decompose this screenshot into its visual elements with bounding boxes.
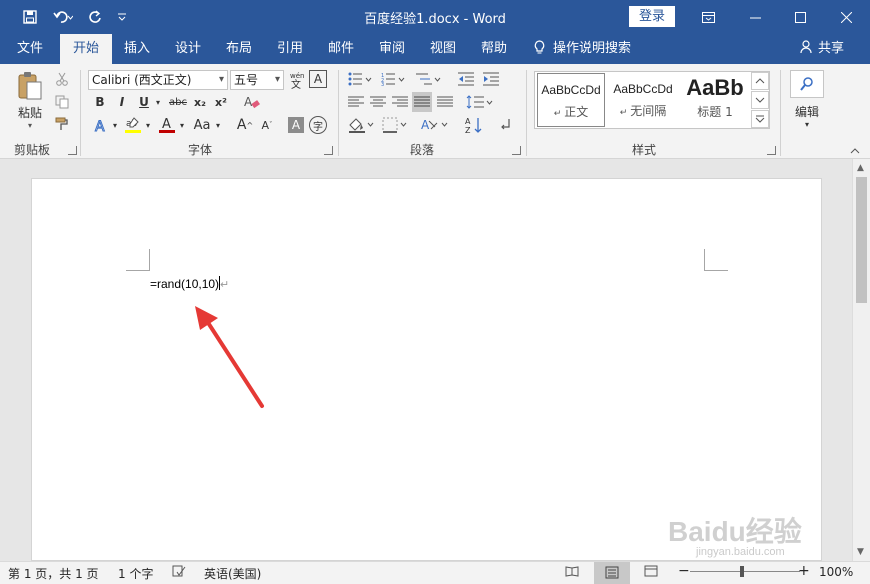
proofing-icon[interactable] [172,565,186,580]
scroll-up-icon[interactable]: ▲ [857,163,864,173]
vertical-scrollbar[interactable]: ▲ ▼ [852,159,870,561]
annotation-arrow [195,306,264,408]
scroll-down-icon[interactable]: ▼ [857,547,864,557]
language-indicator[interactable]: 英语(美国) [204,565,261,582]
zoom-in-button[interactable]: + [798,563,810,579]
read-mode-icon[interactable] [565,565,579,580]
zoom-slider-thumb[interactable] [740,566,744,577]
baidu-watermark-url: jingyan.baidu.com [696,546,785,558]
word-count[interactable]: 1 个字 [118,565,153,582]
page-count[interactable]: 第 1 页，共 1 页 [8,565,99,582]
scrollbar-thumb[interactable] [856,177,867,303]
zoom-level[interactable]: 100% [819,565,853,579]
web-layout-icon[interactable] [644,565,658,580]
baidu-watermark: Baidu经验 [668,516,802,547]
zoom-slider[interactable] [690,571,800,572]
print-layout-icon[interactable] [594,562,630,584]
zoom-out-button[interactable]: − [678,563,690,579]
